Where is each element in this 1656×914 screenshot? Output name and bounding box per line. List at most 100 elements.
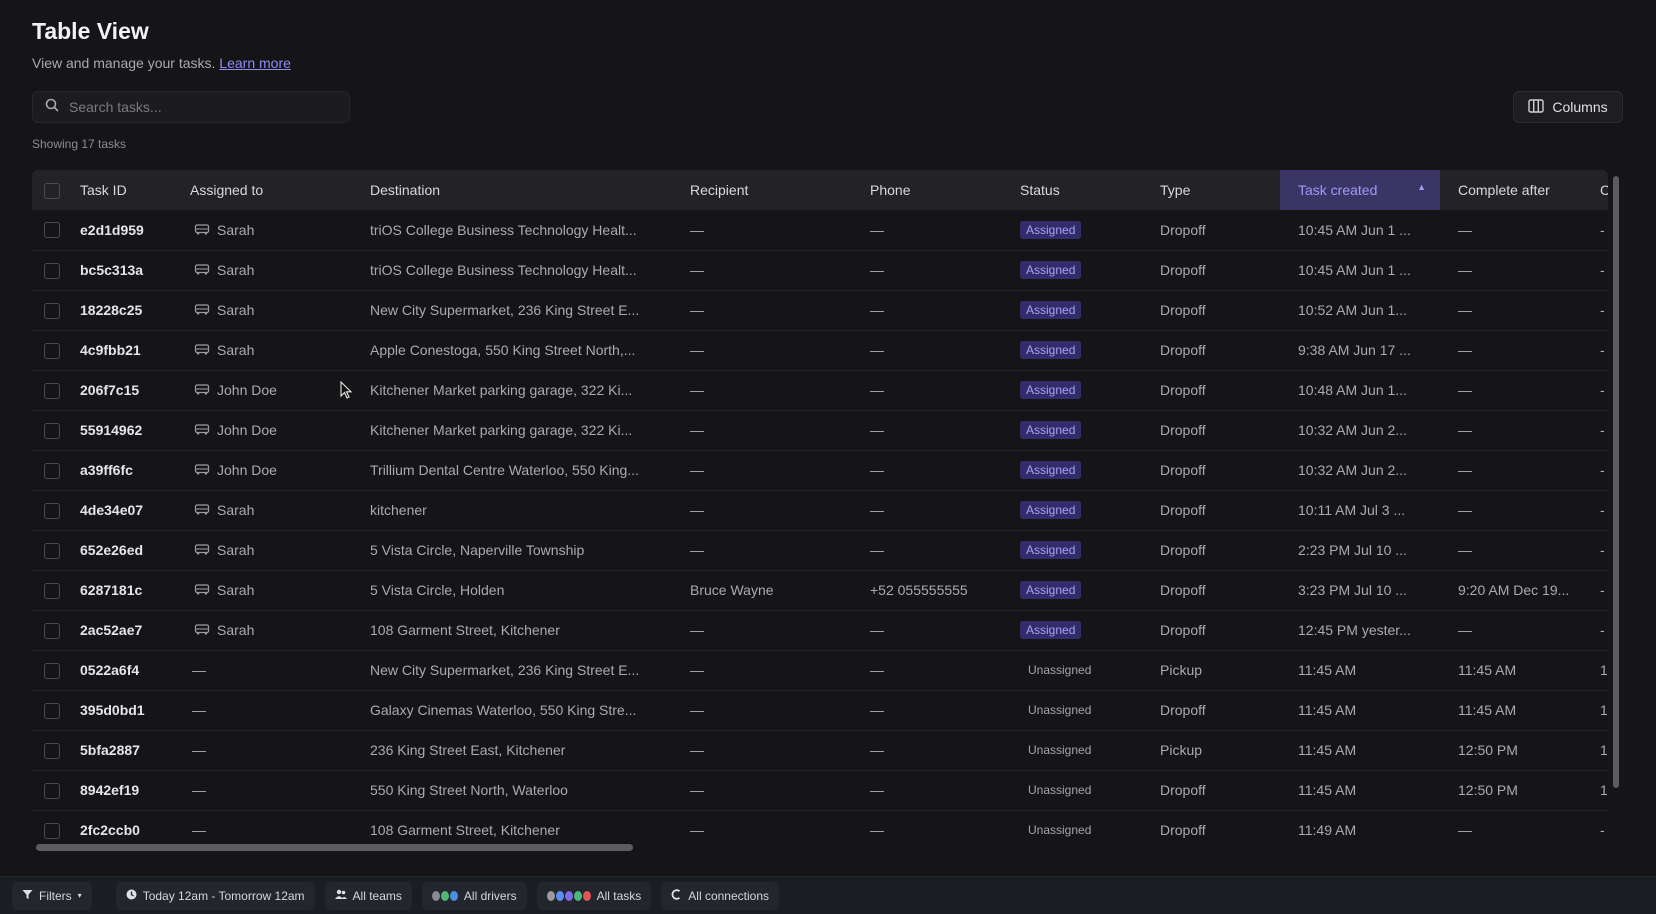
vertical-scrollbar[interactable] [1613,176,1619,788]
task-id-cell[interactable]: e2d1d959 [80,210,190,250]
table-row[interactable]: a39ff6fc John Doe Trillium Dental Centre W… [32,450,1608,490]
type-cell: Dropoff [1160,782,1206,798]
task-id-cell[interactable]: 0522a6f4 [80,650,190,690]
task-id-cell[interactable]: 5bfa2887 [80,730,190,770]
col-complete-after[interactable]: Complete after [1440,170,1600,210]
filters-button[interactable]: Filters ▾ [12,881,92,910]
search-input[interactable] [67,98,331,116]
task-id-cell[interactable]: bc5c313a [80,250,190,290]
recipient-cell: — [690,542,704,558]
assigned-to-cell: Sarah [190,210,370,250]
task-id-cell[interactable]: 4de34e07 [80,490,190,530]
table-row[interactable]: 6287181c Sarah 5 Vista Circle, Holden Bruce… [32,570,1608,610]
col-overflow[interactable]: C [1600,170,1608,210]
table-row[interactable]: 206f7c15 John Doe Kitchener Market parking… [32,370,1608,410]
table-row[interactable]: 4c9fbb21 Sarah Apple Conestoga, 550 King S… [32,330,1608,370]
task-id-cell[interactable]: 206f7c15 [80,370,190,410]
tasks-table-container[interactable]: Task ID Assigned to Destination Recipien… [32,170,1608,850]
task-id-cell[interactable]: 6287181c [80,570,190,610]
connections-filter[interactable]: All connections [661,881,779,910]
col-status[interactable]: Status [1020,170,1160,210]
row-checkbox[interactable] [44,382,60,399]
table-body: e2d1d959 Sarah triOS College Business Tech… [32,210,1608,850]
overflow-cell: - [1600,262,1605,278]
col-task-created-label: Task created [1298,182,1378,198]
columns-button[interactable]: Columns [1513,91,1623,123]
table-row[interactable]: e2d1d959 Sarah triOS College Business Tech… [32,210,1608,250]
task-created-cell: 12:45 PM yester... [1280,610,1440,650]
row-checkbox[interactable] [44,262,60,279]
complete-after-value: — [1458,462,1472,478]
horizontal-scrollbar[interactable] [36,844,633,851]
col-type[interactable]: Type [1160,170,1280,210]
row-checkbox[interactable] [44,222,60,239]
table-row[interactable]: 2ac52ae7 Sarah 108 Garment Street, Kitchen… [32,610,1608,650]
page-header: Table View View and manage your tasks. L… [32,18,291,71]
row-checkbox[interactable] [44,422,60,439]
table-row[interactable]: 5bfa2887—236 King Street East, Kitchener… [32,730,1608,770]
row-checkbox[interactable] [44,502,60,519]
learn-more-link[interactable]: Learn more [219,55,291,71]
task-id-cell[interactable]: 652e26ed [80,530,190,570]
task-id-cell[interactable]: 8942ef19 [80,770,190,810]
row-checkbox[interactable] [44,782,60,799]
date-range-filter[interactable]: Today 12am - Tomorrow 12am [115,881,315,910]
type-cell: Dropoff [1160,702,1206,718]
task-created-value: 10:45 AM Jun 1 ... [1298,262,1411,278]
row-checkbox[interactable] [44,622,60,639]
destination-cell: kitchener [370,502,427,518]
col-task-created[interactable]: Task created ▲ [1280,170,1440,210]
col-assigned-to[interactable]: Assigned to [190,170,370,210]
table-row[interactable]: 18228c25 Sarah New City Supermarket, 236 K… [32,290,1608,330]
table-row[interactable]: 4de34e07 Sarah kitchener — — Assigned Dropoff 1… [32,490,1608,530]
row-checkbox[interactable] [44,542,60,559]
assignee-name: — [192,822,206,838]
row-checkbox[interactable] [44,342,60,359]
select-all-checkbox[interactable] [44,182,60,199]
row-checkbox[interactable] [44,742,60,759]
col-phone[interactable]: Phone [870,170,1020,210]
complete-after-value: — [1458,422,1472,438]
overflow-cell: 1 [1600,782,1608,798]
col-destination[interactable]: Destination [370,170,690,210]
task-id-cell[interactable]: 2ac52ae7 [80,610,190,650]
row-checkbox[interactable] [44,662,60,679]
connections-icon [671,888,682,903]
task-id-cell[interactable]: a39ff6fc [80,450,190,490]
row-checkbox[interactable] [44,702,60,719]
recipient-cell: — [690,302,704,318]
row-checkbox[interactable] [44,462,60,479]
col-task-id[interactable]: Task ID [80,170,190,210]
drivers-filter[interactable]: All drivers [421,881,527,910]
table-row[interactable]: 55914962 John Doe Kitchener Market parking… [32,410,1608,450]
overflow-cell: - [1600,582,1605,598]
overflow-cell: - [1600,622,1605,638]
table-row[interactable]: 8942ef19—550 King Street North, Waterloo… [32,770,1608,810]
table-row[interactable]: 0522a6f4— New City Supermarket, 236 King … [32,650,1608,690]
row-checkbox[interactable] [44,582,60,599]
task-id-cell[interactable]: 18228c25 [80,290,190,330]
task-id-cell[interactable]: 395d0bd1 [80,690,190,730]
status-badge: Assigned [1020,621,1082,639]
complete-after-cell: — [1440,290,1600,330]
overflow-cell: 1 [1600,702,1608,718]
table-row[interactable]: 652e26ed Sarah 5 Vista Circle, Naperville … [32,530,1608,570]
table-row[interactable]: bc5c313a Sarah triOS College Business Tech… [32,250,1608,290]
search-box[interactable] [32,91,350,123]
assignee-name: Sarah [217,221,255,238]
task-created-cell: 10:48 AM Jun 1... [1280,370,1440,410]
tasks-filter[interactable]: All tasks [536,881,652,910]
status-cell: Unassigned [1020,650,1160,690]
task-id-cell[interactable]: 55914962 [80,410,190,450]
row-checkbox[interactable] [44,302,60,319]
recipient-cell: — [690,782,704,798]
row-checkbox[interactable] [44,822,60,839]
date-range-label: Today 12am - Tomorrow 12am [142,888,305,903]
table-row[interactable]: 395d0bd1— Galaxy Cinemas Waterloo, 550 Ki… [32,690,1608,730]
col-recipient[interactable]: Recipient [690,170,870,210]
type-cell: Dropoff [1160,382,1206,398]
teams-filter[interactable]: All teams [324,881,412,910]
task-created-cell: 9:38 AM Jun 17 ... [1280,330,1440,370]
row-select-cell [32,530,80,570]
task-id-cell[interactable]: 4c9fbb21 [80,330,190,370]
